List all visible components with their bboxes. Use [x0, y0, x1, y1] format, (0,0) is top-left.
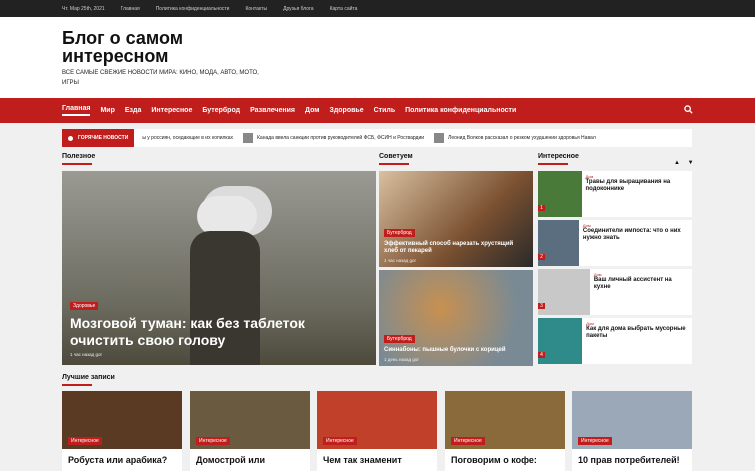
ticker-label: ГОРЯЧИЕ НОВОСТИ — [62, 129, 135, 147]
post-title[interactable]: Домострой или — [190, 449, 310, 465]
chevron-down-icon[interactable]: ▼ — [688, 160, 694, 166]
post-thumbnail[interactable]: 3 — [538, 269, 590, 315]
section-underline — [538, 163, 568, 165]
chevron-up-icon[interactable]: ▲ — [674, 160, 680, 166]
section-underline — [62, 384, 92, 386]
post-title[interactable]: Травы для выращивания на подоконнике — [586, 179, 689, 193]
category-badge[interactable]: Интересное — [451, 437, 485, 445]
category-badge[interactable]: Интересное — [578, 437, 612, 445]
search-icon[interactable] — [684, 105, 693, 116]
rank-number: 1 — [538, 205, 545, 211]
post-title[interactable]: Эффективный способ нарезать хрустящий хл… — [384, 241, 524, 255]
advice-post[interactable]: Бутерброд Синнабоны: пышные булочки с ко… — [379, 270, 533, 366]
top-link-friends[interactable]: Друзья блога — [283, 6, 314, 12]
featured-image-cloud — [197, 196, 257, 236]
rank-number: 3 — [538, 303, 545, 309]
post-title[interactable]: 10 прав потребителей! — [572, 449, 692, 465]
section-underline — [379, 163, 409, 165]
ticker-thumb — [434, 133, 445, 143]
post-image[interactable]: Интересное — [190, 391, 310, 449]
top-link-home[interactable]: Главная — [121, 6, 140, 12]
post-image[interactable]: Интересное — [317, 391, 437, 449]
category-badge[interactable]: Бутерброд — [384, 229, 415, 237]
carousel-arrows: ▲ ▼ — [674, 160, 694, 166]
post-title[interactable]: Ваш личный ассистент на кухне — [594, 277, 688, 291]
list-item[interactable]: 4 Дом Как для дома выбрать мусорные пакет… — [538, 318, 692, 364]
section-underline — [62, 163, 92, 165]
top-link-privacy[interactable]: Политика конфиденциальности — [156, 6, 230, 12]
advice-post[interactable]: Бутерброд Эффективный способ нарезать хр… — [379, 171, 533, 267]
rank-number: 4 — [538, 352, 545, 358]
top-link-contacts[interactable]: Контакты — [245, 6, 267, 12]
nav-item-entertainment[interactable]: Развлечения — [250, 107, 295, 114]
post-title[interactable]: Синнабоны: пышные булочки с корицей — [384, 347, 524, 354]
main-nav: Главная Мир Езда Интересное Бутерброд Ра… — [0, 98, 755, 123]
list-item[interactable]: 3 Дом Ваш личный ассистент на кухне — [538, 269, 692, 315]
section-title-interesting: Интересное — [538, 153, 579, 160]
nav-item-health[interactable]: Здоровье — [329, 107, 363, 114]
featured-post[interactable]: Здоровье Мозговой туман: как без таблето… — [62, 171, 376, 365]
post-title[interactable]: Робуста или арабика? — [62, 449, 182, 465]
nav-item-world[interactable]: Мир — [100, 107, 114, 114]
rank-number: 2 — [538, 254, 545, 260]
site-title[interactable]: Блог о самом интересном — [62, 29, 222, 65]
site-header: Блог о самом интересном ВСЕ САМЫЕ СВЕЖИЕ… — [0, 17, 755, 98]
top-link-sitemap[interactable]: Карта сайта — [330, 6, 358, 12]
best-post-card[interactable]: Интересное Домострой или — [190, 391, 310, 471]
post-title[interactable]: Чем так знаменит — [317, 449, 437, 465]
section-title-advice: Советуем — [379, 153, 413, 160]
post-thumbnail[interactable]: 1 — [538, 171, 582, 217]
nav-item-home-category[interactable]: Дом — [305, 107, 319, 114]
ticker-item[interactable]: ы у россиян, оседающие в их копилках — [142, 133, 233, 143]
list-item[interactable]: 2 Дом Соединители импоста: что о них нужн… — [538, 220, 692, 266]
ticker-thumb — [243, 133, 254, 143]
category-badge[interactable]: Здоровье — [70, 302, 99, 310]
best-post-card[interactable]: Интересное Робуста или арабика? — [62, 391, 182, 471]
post-thumbnail[interactable]: 4 — [538, 318, 583, 364]
best-post-card[interactable]: Интересное Поговорим о кофе: — [445, 391, 565, 471]
nav-item-privacy[interactable]: Политика конфиденциальности — [405, 107, 516, 114]
ticker-item[interactable]: Канада ввела санкции против руководителе… — [243, 133, 424, 143]
post-image[interactable]: Интересное — [572, 391, 692, 449]
featured-title[interactable]: Мозговой туман: как без таблеток очистит… — [70, 315, 320, 349]
category-badge[interactable]: Бутерброд — [384, 335, 415, 343]
post-meta: 1 час назад gor — [384, 258, 416, 263]
category-badge[interactable]: Интересное — [323, 437, 357, 445]
section-title-best: Лучшие записи — [62, 374, 115, 381]
post-thumbnail[interactable]: 2 — [538, 220, 579, 266]
post-meta: 1 день назад gor — [384, 357, 419, 362]
category-badge[interactable]: Интересное — [68, 437, 102, 445]
current-date: Чт. Мар 25th, 2021 — [62, 5, 105, 12]
post-title[interactable]: Поговорим о кофе: — [445, 449, 565, 465]
live-dot-icon — [68, 135, 73, 141]
best-post-card[interactable]: Интересное Чем так знаменит — [317, 391, 437, 471]
news-ticker: ГОРЯЧИЕ НОВОСТИ ы у россиян, оседающие в… — [62, 129, 692, 147]
category-badge[interactable]: Интересное — [196, 437, 230, 445]
section-title-popular: Полезное — [62, 153, 96, 160]
post-title[interactable]: Соединители импоста: что о них нужно зна… — [583, 228, 688, 242]
nav-item-food[interactable]: Езда — [125, 107, 142, 114]
post-title[interactable]: Как для дома выбрать мусорные пакеты — [586, 326, 688, 340]
top-bar: Чт. Мар 25th, 2021 Главная Политика конф… — [0, 0, 755, 17]
nav-item-home[interactable]: Главная — [62, 105, 91, 116]
list-item[interactable]: 1 Дом Травы для выращивания на подоконник… — [538, 171, 692, 217]
post-meta: 1 час назад gor — [70, 352, 102, 357]
nav-item-style[interactable]: Стиль — [374, 107, 396, 114]
ticker-item[interactable]: Леонид Волков рассказал о резком ухудшен… — [434, 133, 596, 143]
site-description: ВСЕ САМЫЕ СВЕЖИЕ НОВОСТИ МИРА: КИНО, МОД… — [62, 70, 259, 86]
post-image[interactable]: Интересное — [62, 391, 182, 449]
nav-item-sandwich[interactable]: Бутерброд — [202, 107, 240, 114]
best-post-card[interactable]: Интересное 10 прав потребителей! — [572, 391, 692, 471]
post-image[interactable]: Интересное — [445, 391, 565, 449]
nav-item-interesting[interactable]: Интересное — [151, 107, 192, 114]
